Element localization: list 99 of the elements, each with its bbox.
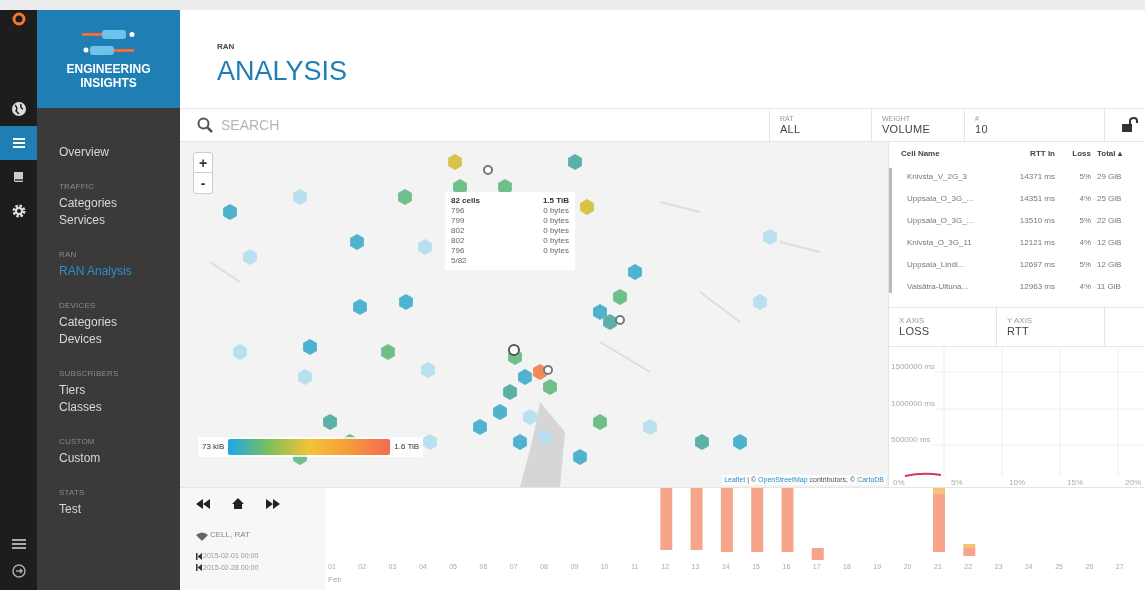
histogram-bar-segment [660,488,673,550]
table-cell-text: 12963 ms [1018,281,1055,293]
histogram-bar-segment [720,488,733,552]
sidebar-item[interactable]: Categories [59,314,158,331]
table-cell-text: 14371 ms [1018,171,1055,183]
table-cell-text: Knivsta_O_3G_11 [906,237,973,249]
histogram-bar-segment [811,548,824,560]
page-title: ANALYSIS [217,55,349,87]
table-cell-text: 12121 ms [1018,237,1055,249]
tooltip-total: 1.5 TiB [542,196,569,206]
sidebar-item[interactable]: Services [59,212,158,229]
brand-name: INSIGHTS [80,76,137,90]
filter-label: CELL, RAT [210,529,250,541]
month-label: Feb [328,574,342,586]
section-label: RAN [59,249,78,261]
sidebar-item[interactable]: Tiers [59,382,158,399]
histogram-bar-segment [751,488,764,552]
table-cell-text: Valsätra-Ultuna... [906,281,970,293]
x-tick-label: 20% [1125,478,1141,487]
section-label: DEVICES [59,300,97,312]
wifi-icon [196,532,208,541]
tooltip-cell-value: 0 bytes [542,236,569,246]
tooltip-title: 82 cells [451,196,481,206]
table-cell-text: 5% [1078,259,1091,271]
table-cell-text: 14351 ms [1018,193,1055,205]
y-tick-label: 1500000 ms [891,361,936,373]
tooltip-cell-value: 0 bytes [542,226,569,236]
section-label: STATS [59,487,86,499]
sidebar-item[interactable]: Categories [59,195,158,212]
x-tick-label: 0% [893,478,905,487]
breadcrumb: RAN [217,41,236,53]
table-cell-text: 5% [1078,171,1091,183]
logout-icon[interactable] [11,564,26,578]
settings-icon [10,203,27,219]
app-logo-icon [11,12,26,26]
table-cell-text: Uppsala_O_3G_... [906,215,975,227]
range-end-icon [196,564,202,572]
fast-forward-icon[interactable] [266,498,280,509]
axis-dropdown[interactable]: Y AXIS RTT [997,308,1105,346]
tooltip-cell-id: 796 [451,206,466,216]
sidebar-item[interactable]: Classes [59,399,158,416]
tooltip-cell-value: 0 bytes [542,216,569,226]
tooltip-cell-value: 0 bytes [542,206,569,216]
rewind-icon[interactable] [196,498,210,509]
unlocked-padlock-icon[interactable] [1121,117,1139,133]
zoom-in-button[interactable]: + [194,153,212,173]
scrollbar-thumb[interactable] [889,168,892,293]
zoom-out-button[interactable]: - [194,173,212,193]
table-cell-text: 4% [1078,193,1091,205]
tooltip-count: 5/82 [451,256,468,266]
table-cell-text: 5% [1078,215,1091,227]
x-tick-label: 10% [1009,478,1025,487]
y-tick-label: 1000000 ms [891,398,936,410]
menu-icon[interactable] [11,538,26,550]
column-header[interactable]: Total ▴ [1097,148,1143,160]
table-cell-text: Uppsala_O_3G_... [906,193,975,205]
tooltip-cell-id: 802 [451,226,466,236]
tooltip-cell-id: 799 [451,216,466,226]
section-label: CUSTOM [59,436,96,448]
table-cell-text: 29 GiB [1097,171,1123,183]
axis-dropdown[interactable]: X AXIS LOSS [889,308,997,346]
table-cell-text: Knivsta_V_2G_3 [906,171,969,183]
section-label: SUBSCRIBERS [59,368,120,380]
search-field[interactable]: SEARCH [221,114,769,136]
legend-max-label: 1.6 TiB [394,441,420,453]
globe-icon [10,101,27,117]
data-line [903,472,943,478]
table-cell-text: 12 GiB [1097,237,1123,249]
column-header[interactable]: Cell Name [901,148,989,160]
column-header[interactable]: Loss [1061,148,1091,160]
search-icon [197,117,213,133]
sidebar-item[interactable]: Overview [59,144,158,161]
range-start-icon [196,552,202,560]
y-tick-label: 500000 ms [891,434,931,446]
home-icon[interactable] [232,498,244,509]
brand-name: ENGINEERING [66,62,151,76]
x-tick-label: 15% [1067,478,1083,487]
table-cell-text: 4% [1078,237,1091,249]
histogram-bar-segment [781,488,794,552]
tooltip-cell-id: 796 [451,246,466,256]
sidebar-item[interactable]: Test [59,501,158,518]
list-icon [10,135,27,151]
sidebar-item[interactable]: Custom [59,450,158,467]
tooltip-cell-id: 802 [451,236,466,246]
table-cell-text: 11 GiB [1097,281,1122,293]
column-header[interactable]: RTT In [995,148,1055,160]
legend-min-label: 73 kiB [202,441,225,453]
table-cell-text: 13510 ms [1018,215,1055,227]
tooltip-cell-value: 0 bytes [542,246,569,256]
histogram-bar-segment [690,488,703,550]
table-cell-text: Uppsala_Lindi... [906,259,966,271]
x-tick-label: 5% [951,478,963,487]
table-cell-text: 12 GiB [1097,259,1123,271]
sidebar-item[interactable]: Devices [59,331,158,348]
table-cell-text: 4% [1078,281,1091,293]
table-cell-text: 25 GiB [1097,193,1123,205]
section-label: TRAFFIC [59,181,96,193]
table-cell-text: 12697 ms [1018,259,1055,271]
table-cell-text: 22 GiB [1097,215,1123,227]
